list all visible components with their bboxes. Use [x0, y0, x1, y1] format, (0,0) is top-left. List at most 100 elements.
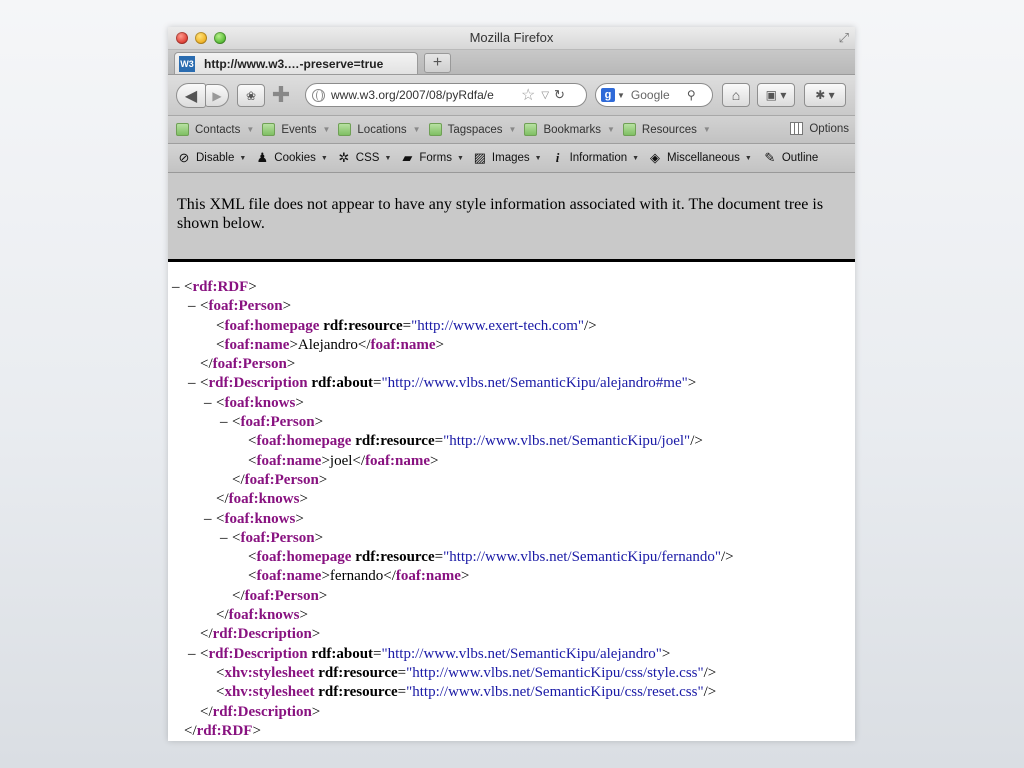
collapse-toggle[interactable]: – [188, 645, 200, 664]
collapse-toggle[interactable]: – [204, 394, 216, 413]
xml-punct: </ [216, 491, 229, 508]
dropdown-icon[interactable]: ▽ [541, 90, 549, 101]
xml-punct: > [661, 645, 671, 662]
xml-tag-name: rdf:RDF [192, 279, 249, 295]
fullscreen-icon[interactable]: ⤢ [839, 30, 849, 46]
dropdown-icon: ▼ [508, 125, 517, 134]
bookmarks-button[interactable]: ▣ ▾ [757, 83, 795, 107]
addon-button[interactable]: ✱ ▾ [804, 83, 846, 107]
xml-tag-name: rdf:Description [208, 375, 308, 392]
back-icon: ◀ [184, 87, 198, 105]
new-tab-button[interactable]: + [424, 53, 451, 73]
xml-punct: = [373, 375, 382, 392]
xml-tag-name: rdf:RDF [196, 722, 253, 739]
xml-tag-name: foaf:Person [212, 356, 287, 373]
xml-attr-value: "http://www.vlbs.net/SemanticKipu/joel" [443, 433, 691, 450]
xml-line: </foaf:knows> [168, 490, 855, 509]
navigation-toolbar: ◀ ▶ ❀ ✚ www.w3.org/2007/08/pyRdfa/e ☆ ▽ … [168, 75, 855, 116]
xml-punct: > [299, 491, 308, 508]
search-engine-dropdown-icon[interactable]: ▼ [617, 91, 625, 100]
collapse-toggle[interactable]: – [204, 510, 216, 529]
xml-line: – <foaf:Person> [168, 297, 855, 316]
bookmark-bookmarks[interactable]: Bookmarks ▼ [524, 123, 615, 136]
dev-images-menu[interactable]: ▨ Images ▼ [473, 150, 542, 166]
collapse-toggle[interactable]: – [188, 374, 200, 393]
xml-tag-name: foaf:name [370, 336, 436, 353]
xml-punct: /> [690, 433, 703, 450]
folder-icon [428, 123, 442, 136]
collapse-toggle[interactable]: – [188, 297, 200, 316]
xml-text: Alejandro [297, 336, 358, 353]
cube-icon: ◈ [650, 150, 661, 165]
dev-forms-menu[interactable]: ▰ Forms ▼ [400, 150, 464, 166]
xml-punct: > [314, 529, 324, 546]
xml-line: – <rdf:Description rdf:about="http://www.… [168, 374, 855, 393]
dropdown-icon: ▼ [239, 154, 247, 162]
bookmark-contacts[interactable]: Contacts ▼ [176, 123, 254, 136]
cookies-icon: ♟ [256, 150, 269, 165]
bookmark-locations[interactable]: Locations ▼ [338, 123, 421, 136]
dev-label: Miscellaneous [667, 152, 740, 164]
add-button[interactable]: ✚ [270, 82, 292, 108]
collapse-toggle[interactable]: – [220, 413, 232, 432]
xml-line: <foaf:name>Alejandro</foaf:name> [168, 336, 855, 355]
star-icon[interactable]: ☆ [521, 85, 535, 105]
xml-attr-name: rdf:resource [318, 684, 398, 701]
url-input[interactable]: www.w3.org/2007/08/pyRdfa/e [331, 88, 519, 102]
bookmark-events[interactable]: Events ▼ [262, 123, 330, 136]
xml-punct: /> [703, 684, 717, 701]
bookmark-resources[interactable]: Resources ▼ [622, 123, 711, 136]
dev-cookies-menu[interactable]: ♟ Cookies ▼ [255, 150, 327, 166]
url-bar[interactable]: www.w3.org/2007/08/pyRdfa/e ☆ ▽ ↻ [305, 83, 587, 107]
options-button[interactable]: Options [790, 122, 849, 135]
forward-button[interactable]: ▶ [205, 84, 229, 107]
xml-punct: </ [232, 587, 245, 604]
xml-punct: > [295, 394, 304, 411]
xml-attr-name: rdf:about [311, 645, 374, 662]
dev-miscellaneous-menu[interactable]: ◈ Miscellaneous ▼ [648, 150, 752, 166]
xml-punct: > [286, 356, 296, 373]
dev-information-menu[interactable]: i Information ▼ [551, 150, 639, 166]
xml-tag-name: foaf:name [256, 568, 322, 585]
xml-line: </foaf:Person> [168, 355, 855, 374]
dropdown-icon: ▼ [744, 154, 752, 162]
xml-text: joel [329, 452, 353, 469]
reload-icon[interactable]: ↻ [554, 87, 565, 103]
bookmark-tagspaces[interactable]: Tagspaces ▼ [428, 123, 517, 136]
collapse-toggle[interactable]: – [220, 529, 232, 548]
xml-tag-name: foaf:knows [228, 491, 300, 508]
xml-attr-value: "http://www.vlbs.net/SemanticKipu/css/re… [406, 684, 704, 701]
xml-punct: = [373, 645, 382, 662]
xml-line: – <rdf:Description rdf:about="http://www.… [168, 645, 855, 664]
folder-icon [524, 123, 538, 136]
dev-label: CSS [355, 152, 380, 164]
bookmark-label: Resources [641, 123, 697, 136]
collapse-toggle[interactable]: – [172, 278, 184, 297]
google-icon[interactable]: g [601, 88, 615, 102]
xml-punct: > [299, 607, 308, 624]
home-button[interactable]: ⌂ [722, 83, 750, 107]
xml-line: </foaf:Person> [168, 587, 855, 606]
information-icon: i [555, 150, 560, 165]
search-bar[interactable]: g ▼ Google ⚲ [595, 83, 713, 107]
extension-button[interactable]: ❀ [237, 84, 265, 107]
options-icon [790, 122, 804, 135]
folder-icon [176, 123, 189, 136]
search-icon[interactable]: ⚲ [687, 88, 696, 102]
dev-css-menu[interactable]: ✲ CSS ▼ [337, 150, 391, 166]
dropdown-icon: ▼ [456, 154, 464, 162]
home-icon: ⌂ [731, 87, 741, 103]
back-button[interactable]: ◀ [176, 83, 206, 108]
dropdown-icon: ▼ [607, 125, 615, 134]
search-input[interactable]: Google [631, 88, 687, 102]
xml-tag-name: foaf:knows [224, 394, 296, 411]
dev-disable-menu[interactable]: ⊘ Disable ▼ [177, 150, 247, 166]
xml-style-notice: This XML file does not appear to have an… [168, 173, 855, 262]
globe-icon [312, 88, 325, 102]
xml-line: <foaf:homepage rdf:resource="http://www.… [168, 432, 855, 451]
tab-active[interactable]: W3 http://www.w3.…-preserve=true [174, 52, 418, 74]
bookmarks-toolbar: Contacts ▼ Events ▼ Locations ▼ Tagspaces ▼ … [168, 116, 855, 144]
dropdown-icon: ▼ [702, 125, 711, 134]
xml-line: </foaf:Person> [168, 471, 855, 490]
dev-outline-menu[interactable]: ✎ Outline [763, 150, 818, 166]
